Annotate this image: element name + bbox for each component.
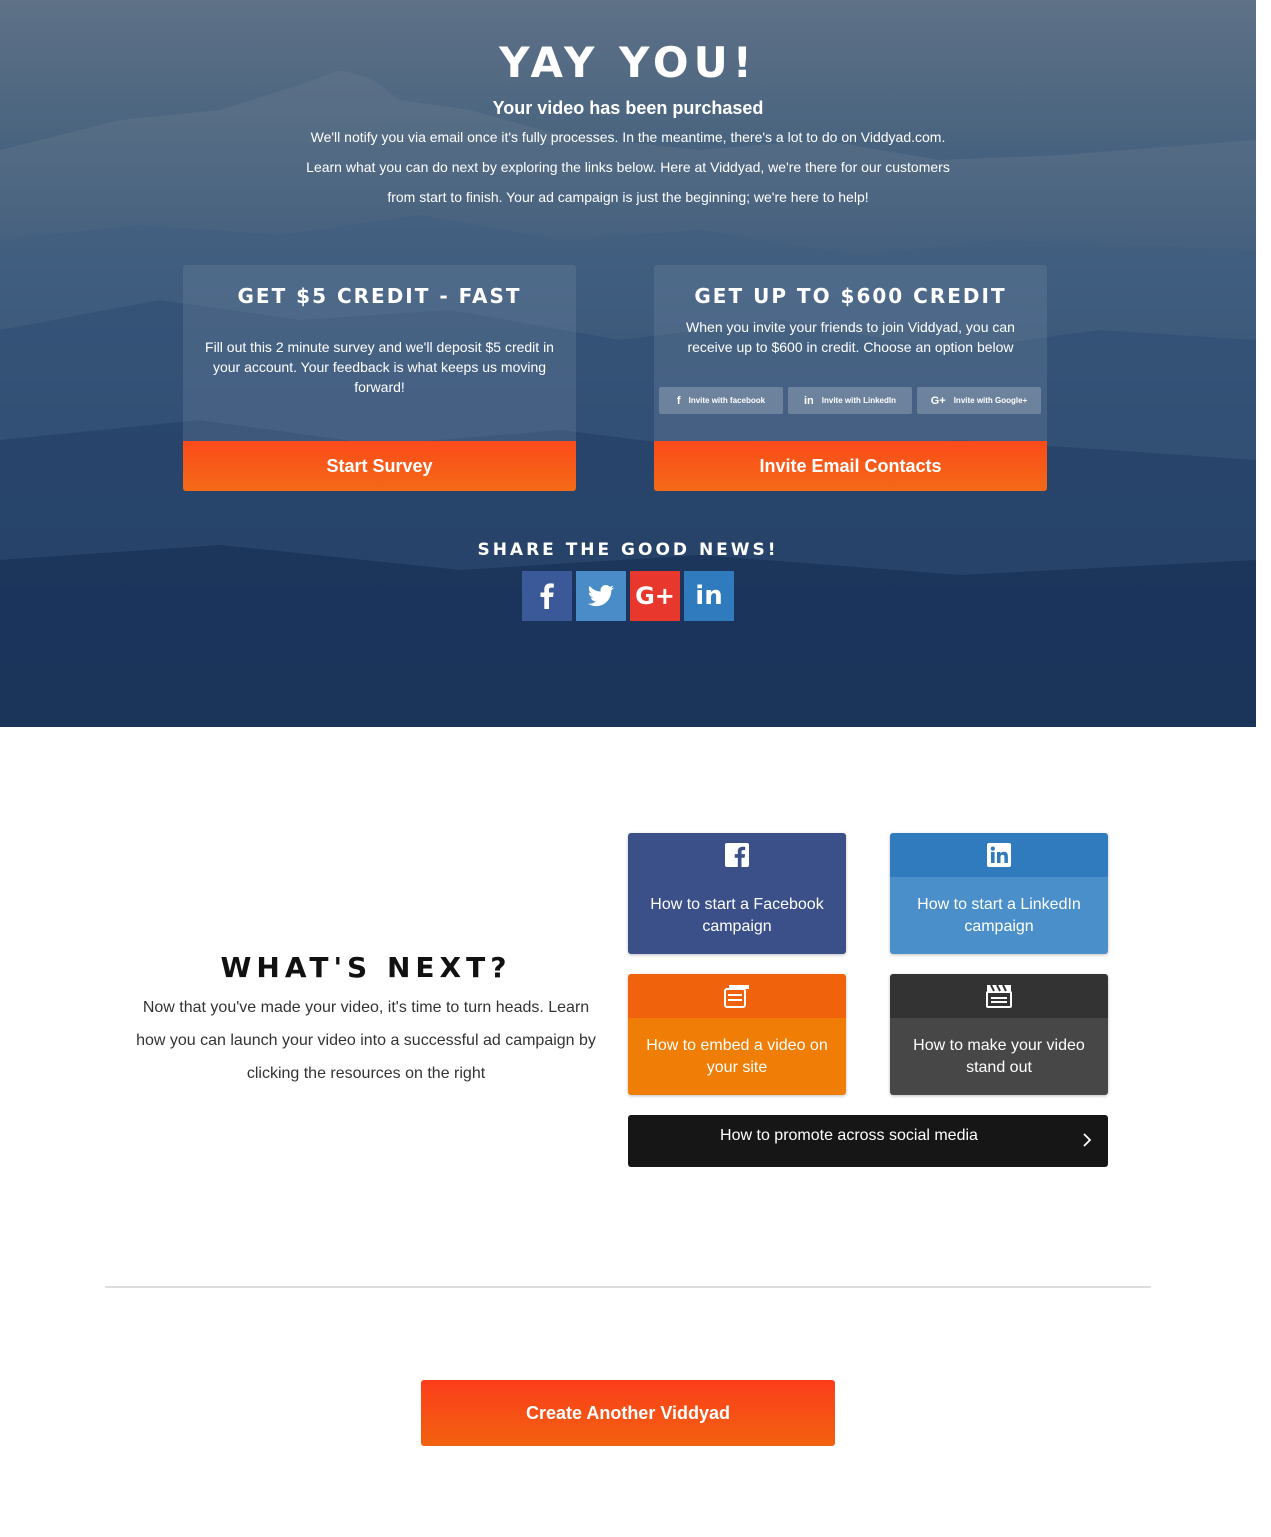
embed-video-tile[interactable]: How to embed a video on your site bbox=[628, 974, 846, 1095]
facebook-icon: f bbox=[676, 394, 681, 407]
chevron-right-icon bbox=[1083, 1133, 1092, 1147]
facebook-tile-label: How to start a Facebook campaign bbox=[628, 877, 846, 954]
facebook-icon bbox=[540, 583, 554, 609]
whats-next-title: WHAT'S NEXT? bbox=[220, 951, 512, 984]
linkedin-icon bbox=[987, 843, 1011, 867]
invite-google-button[interactable]: G+ Invite with Google+ bbox=[917, 387, 1041, 414]
invite-linkedin-label: Invite with LinkedIn bbox=[821, 396, 896, 405]
share-google-plus-button[interactable]: G+ bbox=[630, 571, 680, 621]
facebook-icon bbox=[725, 843, 749, 867]
linkedin-tile-header bbox=[890, 833, 1108, 877]
whats-next-text: Now that you've made your video, it's ti… bbox=[136, 999, 596, 1082]
invite-card: GET UP TO $600 CREDIT When you invite yo… bbox=[654, 265, 1047, 491]
invite-options: f Invite with facebook in Invite with Li… bbox=[659, 387, 1041, 414]
google-plus-icon: G+ bbox=[930, 394, 946, 407]
hero-section: YAY YOU! Your video has been purchased W… bbox=[0, 0, 1256, 727]
standout-tile-label: How to make your video stand out bbox=[890, 1018, 1108, 1095]
share-facebook-button[interactable] bbox=[522, 571, 572, 621]
start-survey-button[interactable]: Start Survey bbox=[183, 441, 576, 491]
survey-card-text: Fill out this 2 minute survey and we'll … bbox=[205, 339, 554, 395]
invite-facebook-label: Invite with facebook bbox=[688, 396, 766, 405]
twitter-icon bbox=[588, 585, 614, 607]
section-divider bbox=[105, 1286, 1151, 1288]
facebook-tile-header bbox=[628, 833, 846, 877]
invite-card-title: GET UP TO $600 CREDIT bbox=[694, 284, 1007, 308]
survey-card: GET $5 CREDIT - FAST Fill out this 2 min… bbox=[183, 265, 576, 491]
google-plus-icon: G+ bbox=[635, 582, 675, 610]
promote-label: How to promote across social media bbox=[720, 1127, 978, 1144]
create-another-viddyad-button[interactable]: Create Another Viddyad bbox=[421, 1380, 835, 1446]
embed-tile-label: How to embed a video on your site bbox=[628, 1018, 846, 1095]
standout-tile-header bbox=[890, 974, 1108, 1018]
linkedin-tile-label: How to start a LinkedIn campaign bbox=[890, 877, 1108, 954]
facebook-campaign-tile[interactable]: How to start a Facebook campaign bbox=[628, 833, 846, 954]
clapperboard-icon bbox=[986, 984, 1012, 1008]
linkedin-campaign-tile[interactable]: How to start a LinkedIn campaign bbox=[890, 833, 1108, 954]
invite-card-text: When you invite your friends to join Vid… bbox=[686, 319, 1015, 355]
share-twitter-button[interactable] bbox=[576, 571, 626, 621]
hero-title: YAY YOU! bbox=[499, 38, 757, 87]
hero-subtitle: Your video has been purchased bbox=[492, 98, 764, 118]
embed-tile-header bbox=[628, 974, 846, 1018]
survey-card-title: GET $5 CREDIT - FAST bbox=[237, 284, 522, 308]
promote-social-media-button[interactable]: How to promote across social media bbox=[628, 1115, 1108, 1167]
share-title: SHARE THE GOOD NEWS! bbox=[477, 540, 779, 560]
hero-paragraph: We'll notify you via email once it's ful… bbox=[306, 129, 950, 205]
share-linkedin-button[interactable]: in bbox=[684, 571, 734, 621]
invite-linkedin-button[interactable]: in Invite with LinkedIn bbox=[788, 387, 912, 414]
invite-facebook-button[interactable]: f Invite with facebook bbox=[659, 387, 783, 414]
invite-google-label: Invite with Google+ bbox=[953, 396, 1028, 405]
linkedin-icon: in bbox=[803, 394, 814, 407]
stand-out-tile[interactable]: How to make your video stand out bbox=[890, 974, 1108, 1095]
invite-email-contacts-button[interactable]: Invite Email Contacts bbox=[654, 441, 1047, 491]
linkedin-icon: in bbox=[695, 581, 723, 611]
share-buttons: G+ in bbox=[522, 571, 734, 621]
video-embed-icon bbox=[724, 985, 749, 1008]
